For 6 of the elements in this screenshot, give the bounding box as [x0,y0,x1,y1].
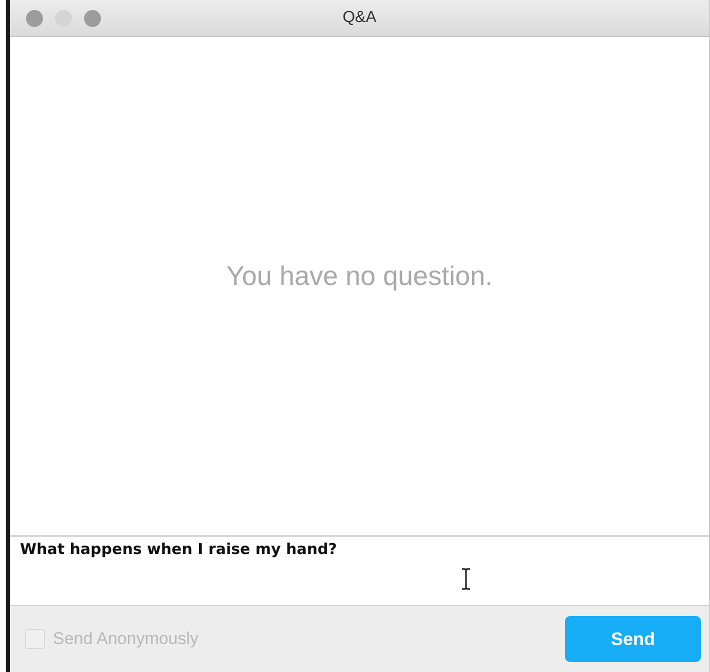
window-title: Q&A [342,9,376,27]
zoom-icon[interactable] [84,10,101,26]
empty-message: You have no question. [226,260,493,292]
question-input[interactable]: What happens when I raise my hand? [10,537,709,605]
close-icon[interactable] [26,10,43,26]
text-cursor-icon [461,568,471,590]
